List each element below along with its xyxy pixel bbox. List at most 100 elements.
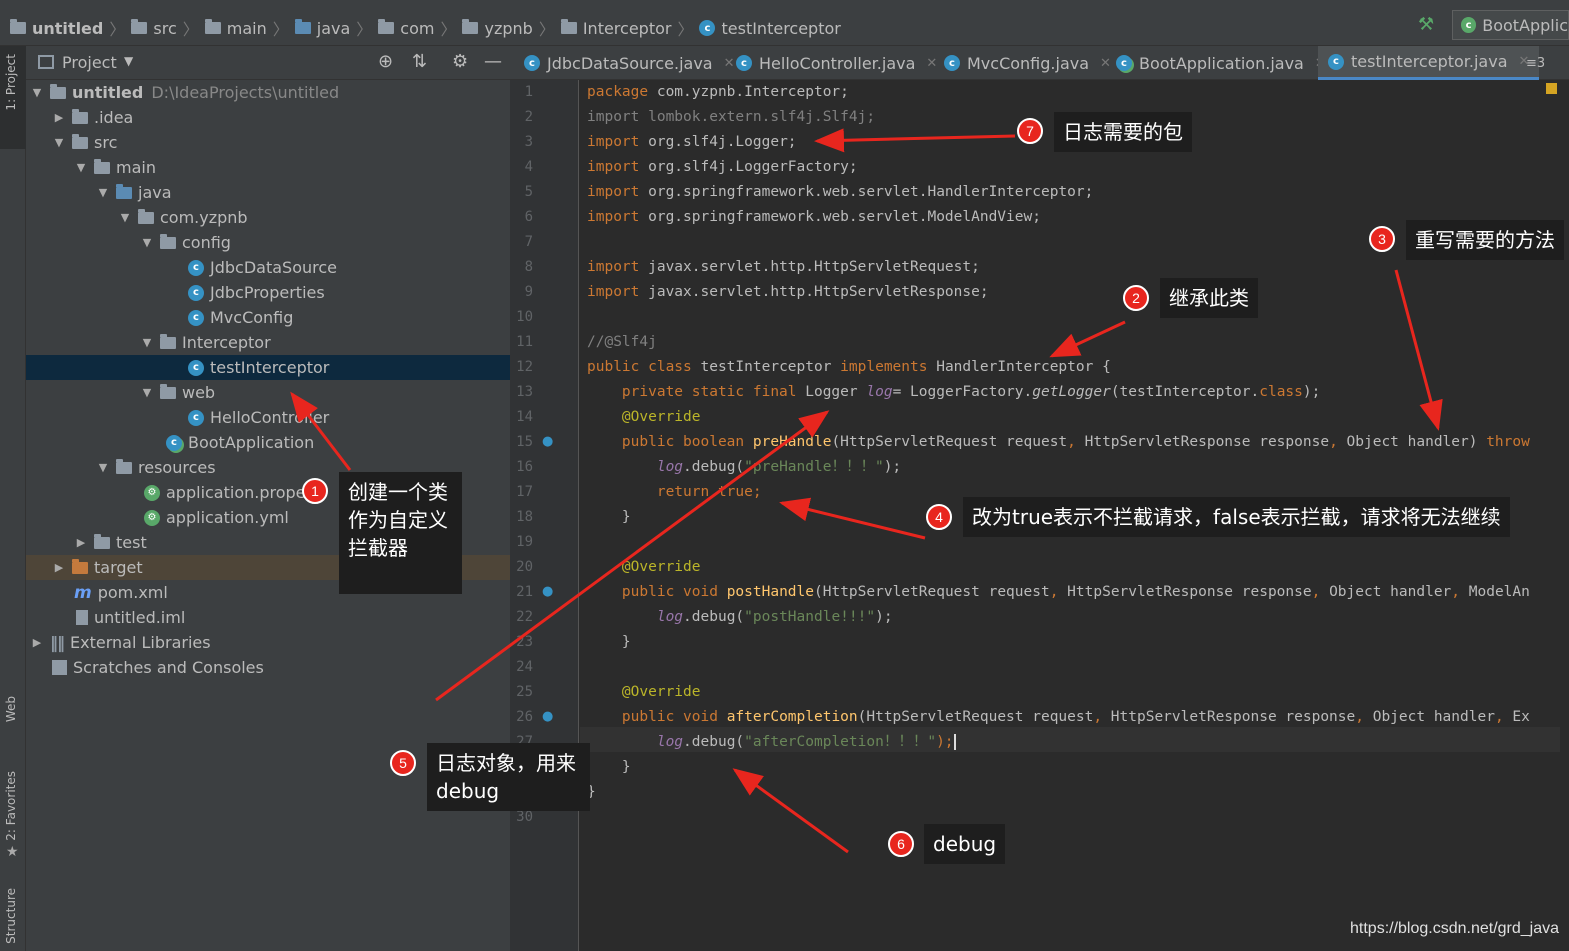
tab-testinterceptor[interactable]: c testInterceptor.java ✕ xyxy=(1318,46,1540,80)
callout-annotation-1: 创建一个类 作为自定义 拦截器 xyxy=(339,472,462,594)
hide-icon[interactable]: — xyxy=(484,51,502,72)
navigation-bar: untitled 〉 src 〉 main 〉 java 〉 com 〉 yzpnb 〉 I… xyxy=(0,0,1569,46)
folder-icon xyxy=(72,133,88,149)
annotation-badge: 1 xyxy=(302,478,328,504)
code-line: import lombok.extern.slf4j.Slf4j; xyxy=(587,109,876,125)
editor-tabs: c JdbcDataSource.java ✕ c HelloController.j… xyxy=(510,46,1569,80)
favorites-tool-button[interactable]: 2: Favorites xyxy=(4,771,18,841)
code-line: import org.slf4j.LoggerFactory; xyxy=(587,159,858,175)
class-icon: c xyxy=(188,409,204,426)
class-icon: c xyxy=(736,55,752,71)
class-icon: c xyxy=(699,20,716,36)
tree-item-bootapplication[interactable]: c BootApplication xyxy=(26,430,510,455)
expand-arrow-icon[interactable]: ▼ xyxy=(140,236,154,249)
code-line: } xyxy=(587,759,631,775)
gear-icon[interactable]: ⚙ xyxy=(452,51,468,72)
code-line: log.debug("afterCompletion！！！"); xyxy=(656,734,956,750)
tree-item-untitled[interactable]: ▼ untitled D:\IdeaProjects\untitled xyxy=(26,80,510,105)
tree-item-iml[interactable]: untitled.iml xyxy=(26,605,510,630)
warning-marker-icon[interactable] xyxy=(1546,83,1557,94)
project-panel-title[interactable]: Project xyxy=(62,53,117,72)
breadcrumb-item[interactable]: testInterceptor xyxy=(721,19,840,38)
line-number: 7 xyxy=(524,234,533,250)
run-config-selector[interactable]: c BootApplic xyxy=(1452,10,1569,40)
line-number: 2 xyxy=(524,109,533,125)
breadcrumb-item[interactable]: yzpnb xyxy=(484,19,532,38)
source-folder-icon xyxy=(116,183,132,199)
tab-jdbcdatasource[interactable]: c JdbcDataSource.java ✕ xyxy=(524,46,735,80)
tree-item-main[interactable]: ▼ main xyxy=(26,155,510,180)
breadcrumb-item[interactable]: main xyxy=(227,19,267,38)
folder-icon xyxy=(72,108,88,124)
annotation-badge: 7 xyxy=(1017,118,1043,144)
tree-item-web[interactable]: ▼ web xyxy=(26,380,510,405)
structure-tool-button[interactable]: Structure xyxy=(4,888,18,944)
tab-hellocontroller[interactable]: c HelloController.java ✕ xyxy=(736,46,937,80)
close-icon[interactable]: ✕ xyxy=(724,56,735,71)
collapsed-arrow-icon[interactable]: ▶ xyxy=(30,636,44,649)
line-number: 13 xyxy=(516,384,533,400)
line-number: 21 xyxy=(516,584,533,600)
tab-mvcconfig[interactable]: c MvcConfig.java ✕ xyxy=(944,46,1111,80)
folder-icon xyxy=(294,19,311,34)
expand-arrow-icon[interactable]: ▼ xyxy=(30,86,44,99)
tree-item-class[interactable]: c HelloController xyxy=(26,405,510,430)
close-icon[interactable]: ✕ xyxy=(926,56,937,71)
project-panel-header: Project ▼ ⊕ ⇅ ⚙ — xyxy=(26,46,510,80)
line-number: 20 xyxy=(516,559,533,575)
tree-item-external-libraries[interactable]: ▶ ‖‖ External Libraries xyxy=(26,630,510,655)
class-icon: c xyxy=(524,55,540,71)
package-icon xyxy=(462,19,479,34)
folder-icon xyxy=(94,533,110,549)
breadcrumb-item[interactable]: src xyxy=(153,19,176,38)
breadcrumb-item[interactable]: Interceptor xyxy=(583,19,672,38)
collapse-all-icon[interactable]: ⇅ xyxy=(412,51,427,72)
tab-bootapplication[interactable]: cBootApplication.java✕ xyxy=(1116,46,1326,80)
web-tool-button[interactable]: Web xyxy=(4,696,18,722)
collapsed-arrow-icon[interactable]: ▶ xyxy=(74,536,88,549)
expand-arrow-icon[interactable]: ▼ xyxy=(118,211,132,224)
editor-gutter: 1 2 3 4 5 6 7 8 9 10 11 12 13 14 15 16 17 18 19 20 21 22 23 24 2… xyxy=(510,80,579,951)
tree-item-interceptor[interactable]: ▼ Interceptor xyxy=(26,330,510,355)
chevron-down-icon[interactable]: ▼ xyxy=(124,54,133,68)
breadcrumb-item[interactable]: java xyxy=(317,19,351,38)
expand-arrow-icon[interactable]: ▼ xyxy=(140,336,154,349)
callout-annotation-6: debug xyxy=(924,824,1006,864)
expand-arrow-icon[interactable]: ▼ xyxy=(96,461,110,474)
line-number: 25 xyxy=(516,684,533,700)
expand-arrow-icon[interactable]: ▼ xyxy=(96,186,110,199)
tree-item-package[interactable]: ▼ com.yzpnb xyxy=(26,205,510,230)
collapsed-arrow-icon[interactable]: ▶ xyxy=(52,561,66,574)
override-method-icon[interactable]: ● xyxy=(542,434,553,449)
override-method-icon[interactable]: ● xyxy=(542,709,553,724)
tree-item-src[interactable]: ▼ src xyxy=(26,130,510,155)
code-line: return true; xyxy=(587,484,762,500)
tree-item-config[interactable]: ▼ config xyxy=(26,230,510,255)
tree-item-idea[interactable]: ▶ .idea xyxy=(26,105,510,130)
breadcrumb-item[interactable]: untitled xyxy=(32,19,103,38)
code-line: public void postHandle(HttpServletReques… xyxy=(587,584,1530,600)
excluded-folder-icon xyxy=(72,558,88,574)
tree-item-testinterceptor[interactable]: c testInterceptor xyxy=(26,355,510,380)
tab-overflow[interactable]: ≡3 xyxy=(1526,46,1545,80)
code-line: } xyxy=(587,509,631,525)
star-icon: ★ xyxy=(6,844,19,860)
breadcrumb-item[interactable]: com xyxy=(400,19,434,38)
override-method-icon[interactable]: ● xyxy=(542,584,553,599)
code-line: } xyxy=(587,634,631,650)
tree-item-java[interactable]: ▼ java xyxy=(26,180,510,205)
tree-item-class[interactable]: c JdbcProperties xyxy=(26,280,510,305)
collapsed-arrow-icon[interactable]: ▶ xyxy=(52,111,66,124)
locate-icon[interactable]: ⊕ xyxy=(378,51,393,72)
line-number: 26 xyxy=(516,709,533,725)
callout-annotation-2: 继承此类 xyxy=(1160,278,1258,318)
tree-item-class[interactable]: c MvcConfig xyxy=(26,305,510,330)
build-hammer-icon[interactable]: ⚒ xyxy=(1418,14,1434,35)
close-icon[interactable]: ✕ xyxy=(1100,56,1111,71)
expand-arrow-icon[interactable]: ▼ xyxy=(52,136,66,149)
expand-arrow-icon[interactable]: ▼ xyxy=(140,386,154,399)
tree-item-class[interactable]: c JdbcDataSource xyxy=(26,255,510,280)
project-tool-button[interactable]: 1: Project xyxy=(4,54,18,111)
tree-item-scratches[interactable]: Scratches and Consoles xyxy=(26,655,510,680)
expand-arrow-icon[interactable]: ▼ xyxy=(74,161,88,174)
